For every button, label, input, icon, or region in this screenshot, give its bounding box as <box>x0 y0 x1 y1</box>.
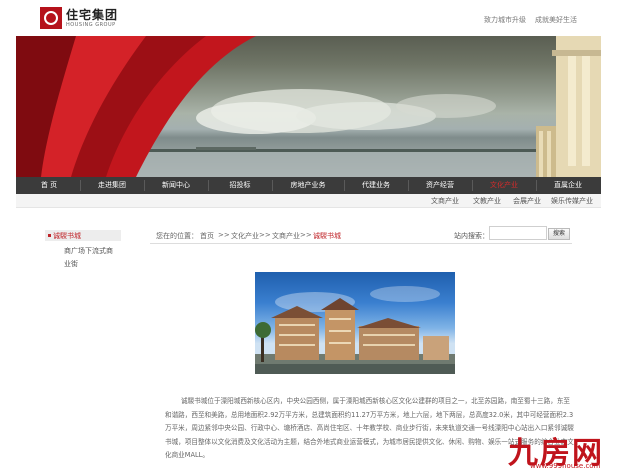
hero-banner <box>16 36 601 177</box>
building-image <box>255 286 455 374</box>
subnav-education[interactable]: 文教产业 <box>473 196 501 206</box>
search-input[interactable] <box>489 226 547 240</box>
sidebar-active-label: 诚騣书城 <box>53 232 81 240</box>
search-label: 站内搜索： <box>454 232 489 240</box>
logo-subtext: HOUSING GROUP <box>66 22 116 28</box>
nav-agent-build[interactable]: 代建业务 <box>346 177 406 194</box>
breadcrumb-commerce[interactable]: 文商产业 <box>272 231 300 241</box>
breadcrumb-current: 诚騣书城 <box>313 232 341 240</box>
subnav-commerce[interactable]: 文商产业 <box>431 196 459 206</box>
nav-news[interactable]: 新闻中心 <box>146 177 206 194</box>
bullet-icon <box>48 234 51 237</box>
nav-about[interactable]: 走进集团 <box>82 177 142 194</box>
sidebar-item-active[interactable]: 诚騣书城 <box>45 230 121 241</box>
nav-asset[interactable]: 资产经营 <box>410 177 470 194</box>
article-line-1: 诚騣书城位于溧阳城西新核心区内，中央公园西侧，属于溧阳城西新核心区文化公建群的项… <box>181 397 511 405</box>
breadcrumb-sep: >> <box>300 231 312 239</box>
breadcrumb-sep: >> <box>218 231 230 239</box>
nav-subsidiaries[interactable]: 直属企业 <box>538 177 598 194</box>
subnav-media[interactable]: 娱乐传媒产业 <box>551 196 593 206</box>
nav-bidding[interactable]: 招投标 <box>210 177 270 194</box>
logo-text: 住宅集团 <box>66 8 119 22</box>
top-header: 住宅集团 HOUSING GROUP 致力城市升级 成就美好生活 <box>0 0 625 36</box>
breadcrumb-sep: >> <box>259 231 271 239</box>
nav-real-estate[interactable]: 房地产业务 <box>274 177 342 194</box>
breadcrumb-home[interactable]: 首页 <box>200 231 214 241</box>
slogan-left: 致力城市升级 <box>484 16 526 24</box>
sub-nav: 文商产业 文教产业 会展产业 娱乐传媒产业 <box>16 194 601 208</box>
subnav-exhibition[interactable]: 会展产业 <box>513 196 541 206</box>
search-button[interactable]: 搜索 <box>548 228 570 240</box>
breadcrumb-culture[interactable]: 文化产业 <box>231 231 259 241</box>
banner-illustration <box>16 36 601 177</box>
article-photo <box>255 272 455 374</box>
slogan-right: 成就美好生活 <box>535 16 577 24</box>
nav-home[interactable]: 首 页 <box>22 177 76 194</box>
watermark-url: www.999house.com <box>530 462 601 470</box>
main-nav: 首 页 走进集团 新闻中心 招投标 房地产业务 代建业务 资产经营 文化产业 直… <box>16 177 601 194</box>
nav-culture[interactable]: 文化产业 <box>474 177 534 194</box>
logo-icon[interactable] <box>40 7 62 29</box>
sidebar-link-cont[interactable]: 业街 <box>64 259 78 269</box>
divider <box>150 243 572 244</box>
breadcrumb-prefix: 您在的位置： <box>156 232 198 240</box>
sidebar-link[interactable]: 商广场下流式商 <box>64 246 113 256</box>
